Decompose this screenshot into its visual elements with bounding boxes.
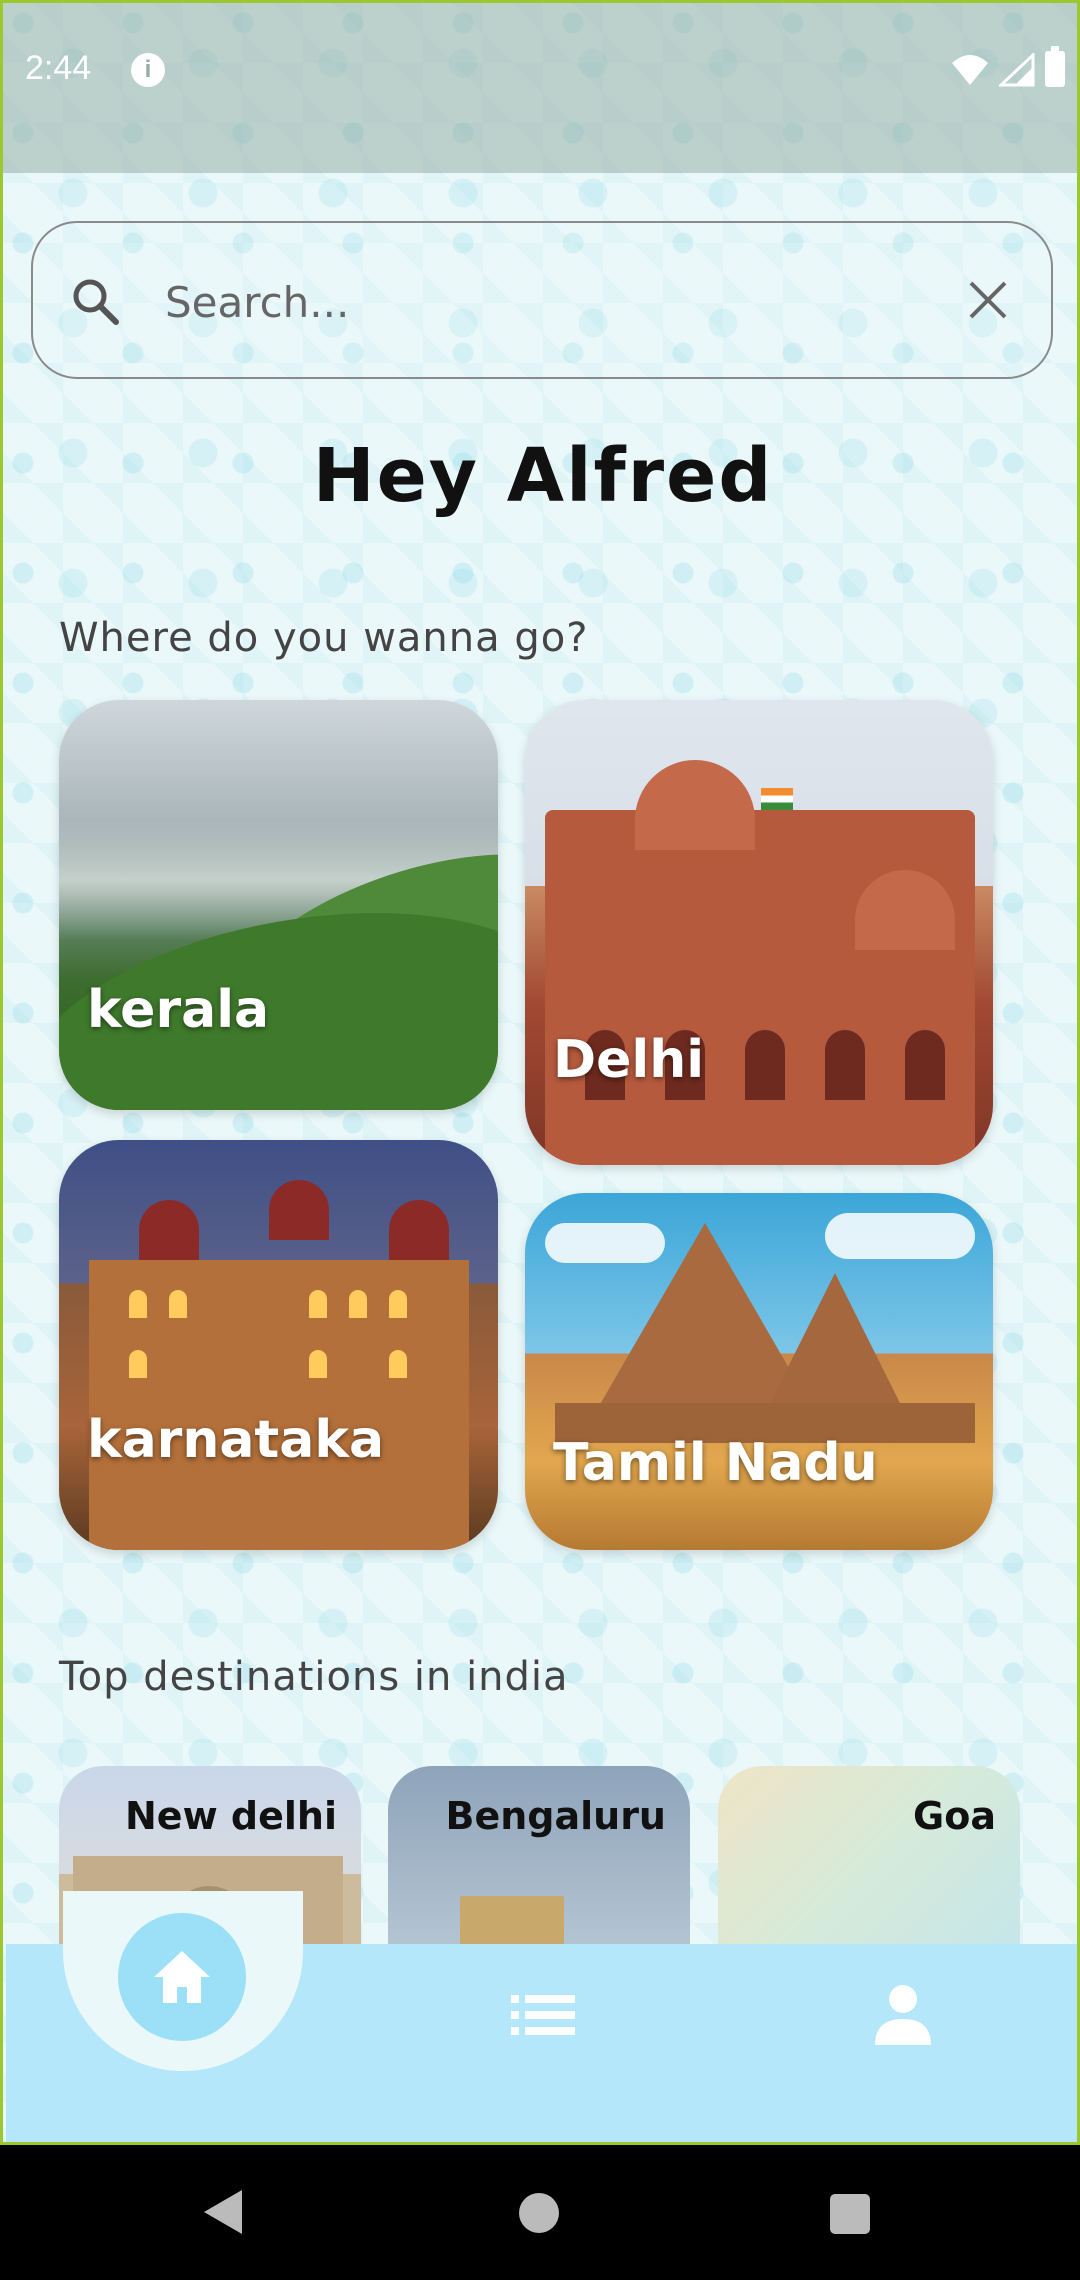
search-icon[interactable] [69, 275, 121, 327]
cellular-signal-icon [999, 53, 1035, 87]
fort-arch [825, 1030, 865, 1100]
state-card-tamil-nadu[interactable]: Tamil Nadu [525, 1193, 993, 1550]
person-icon[interactable] [873, 1983, 933, 2047]
palace-window [129, 1290, 147, 1318]
recents-icon[interactable] [830, 2194, 870, 2234]
palace-window [389, 1350, 407, 1378]
palace-window [169, 1290, 187, 1318]
state-card-delhi[interactable]: Delhi [525, 700, 993, 1165]
cloud [825, 1213, 975, 1259]
palace-dome [139, 1200, 199, 1260]
fort-dome [635, 760, 755, 850]
info-icon: i [131, 53, 165, 87]
palace-window [309, 1290, 327, 1318]
status-bar: 2:44 i [3, 3, 1077, 173]
shore-temple-image [765, 1273, 905, 1413]
destination-label: Bengaluru [445, 1794, 666, 1838]
close-icon[interactable] [965, 277, 1011, 323]
destination-card-goa[interactable]: Goa [718, 1766, 1020, 1946]
system-home-icon[interactable] [519, 2193, 559, 2233]
palace-window [389, 1290, 407, 1318]
home-icon [154, 1951, 210, 2003]
app-frame: 2:44 i Hey Alfred Where do you wanna go?… [0, 0, 1080, 2145]
battery-icon [1045, 46, 1065, 87]
state-card-label: karnataka [87, 1410, 385, 1470]
back-icon[interactable] [204, 2190, 242, 2234]
destination-label: Goa [913, 1794, 996, 1838]
state-card-kerala[interactable]: kerala [59, 700, 498, 1110]
search-input[interactable] [163, 263, 967, 341]
top-destinations-title: Top destinations in india [59, 1654, 569, 1700]
search-bar[interactable] [31, 221, 1053, 379]
status-icons [951, 46, 1065, 87]
state-card-karnataka[interactable]: karnataka [59, 1140, 498, 1550]
list-icon[interactable] [511, 1993, 575, 2037]
destination-card-bengaluru[interactable]: Bengaluru [388, 1766, 690, 1946]
indian-flag-icon [761, 788, 793, 810]
fort-arch [745, 1030, 785, 1100]
destination-label: New delhi [125, 1794, 337, 1838]
greeting-title: Hey Alfred [312, 433, 774, 519]
where-section-title: Where do you wanna go? [59, 615, 589, 661]
palace-window [129, 1350, 147, 1378]
palace-dome [269, 1180, 329, 1240]
wifi-icon [952, 55, 988, 85]
state-card-label: Delhi [553, 1030, 705, 1090]
palace-window [349, 1290, 367, 1318]
state-card-label: kerala [87, 980, 270, 1040]
status-time: 2:44 [25, 49, 92, 87]
palace-dome [389, 1200, 449, 1260]
nav-home-button[interactable] [118, 1913, 246, 2041]
state-card-label: Tamil Nadu [553, 1433, 878, 1493]
fort-arch [905, 1030, 945, 1100]
red-fort-image [545, 810, 975, 1165]
bengaluru-palace-image [460, 1896, 564, 1946]
palace-window [309, 1350, 327, 1378]
